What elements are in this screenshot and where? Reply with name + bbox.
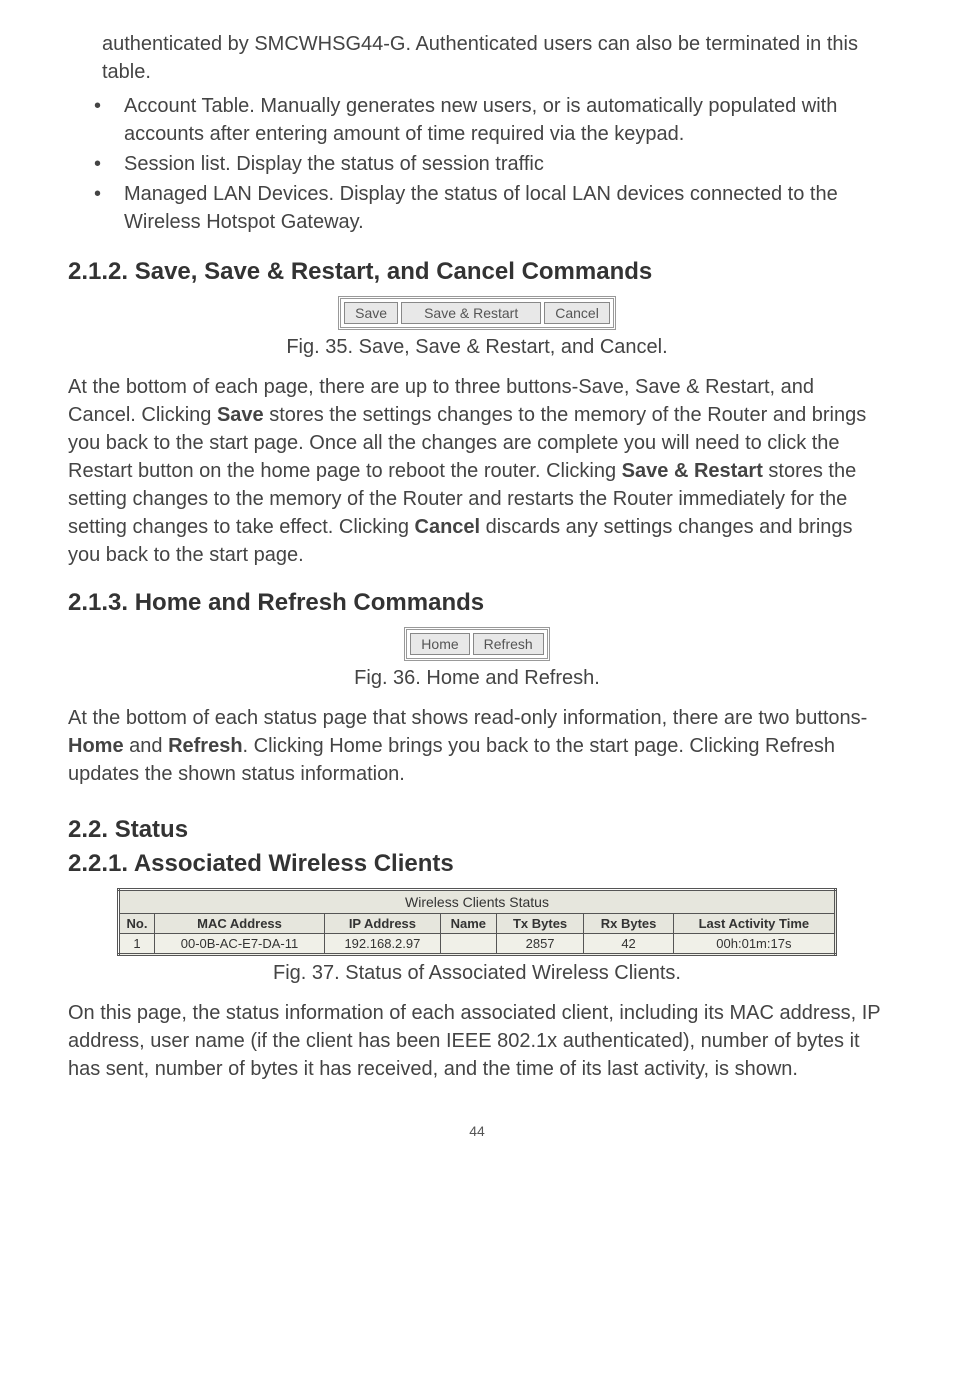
td-tx: 2857 [496, 934, 584, 955]
cancel-button[interactable]: Cancel [544, 302, 610, 324]
bold-save-restart: Save & Restart [622, 460, 763, 482]
bold-cancel: Cancel [415, 516, 481, 538]
td-mac: 00-0B-AC-E7-DA-11 [155, 934, 325, 955]
heading-22: 2.2. Status [68, 816, 886, 844]
th-mac: MAC Address [155, 914, 325, 934]
td-name [440, 934, 496, 955]
intro-continuation: authenticated by SMCWHSG44-G. Authentica… [102, 30, 886, 86]
th-no: No. [119, 914, 155, 934]
heading-221: 2.2.1. Associated Wireless Clients [68, 850, 886, 878]
fig36-buttons: Home Refresh [68, 627, 886, 661]
button-frame: Save Save & Restart Cancel [338, 296, 616, 330]
text: At the bottom of each status page that s… [68, 707, 867, 729]
fig35-buttons: Save Save & Restart Cancel [68, 296, 886, 330]
bullet-item: Managed LAN Devices. Display the status … [68, 180, 886, 236]
bullet-list: Account Table. Manually generates new us… [68, 92, 886, 236]
heading-213: 2.1.3. Home and Refresh Commands [68, 589, 886, 617]
save-restart-button[interactable]: Save & Restart [401, 302, 541, 324]
table-title: Wireless Clients Status [119, 890, 836, 914]
bold-refresh: Refresh [168, 735, 242, 757]
page: authenticated by SMCWHSG44-G. Authentica… [0, 0, 954, 1169]
th-tx: Tx Bytes [496, 914, 584, 934]
fig37-caption: Fig. 37. Status of Associated Wireless C… [68, 962, 886, 985]
text: and [124, 735, 168, 757]
th-last: Last Activity Time [673, 914, 835, 934]
para-221: On this page, the status information of … [68, 999, 886, 1083]
fig36-caption: Fig. 36. Home and Refresh. [68, 667, 886, 690]
fig35-caption: Fig. 35. Save, Save & Restart, and Cance… [68, 336, 886, 359]
save-button[interactable]: Save [344, 302, 398, 324]
th-name: Name [440, 914, 496, 934]
bullet-item: Account Table. Manually generates new us… [68, 92, 886, 148]
heading-212: 2.1.2. Save, Save & Restart, and Cancel … [68, 258, 886, 286]
refresh-button[interactable]: Refresh [473, 633, 544, 655]
td-no: 1 [119, 934, 155, 955]
button-frame: Home Refresh [404, 627, 549, 661]
para-213: At the bottom of each status page that s… [68, 704, 886, 788]
td-rx: 42 [584, 934, 673, 955]
home-button[interactable]: Home [410, 633, 469, 655]
th-rx: Rx Bytes [584, 914, 673, 934]
para-212: At the bottom of each page, there are up… [68, 373, 886, 569]
td-last: 00h:01m:17s [673, 934, 835, 955]
td-ip: 192.168.2.97 [325, 934, 441, 955]
bold-home: Home [68, 735, 124, 757]
page-number: 44 [68, 1123, 886, 1139]
wireless-clients-table: Wireless Clients Status No. MAC Address … [117, 888, 837, 956]
bullet-item: Session list. Display the status of sess… [68, 150, 886, 178]
th-ip: IP Address [325, 914, 441, 934]
bold-save: Save [217, 404, 264, 426]
